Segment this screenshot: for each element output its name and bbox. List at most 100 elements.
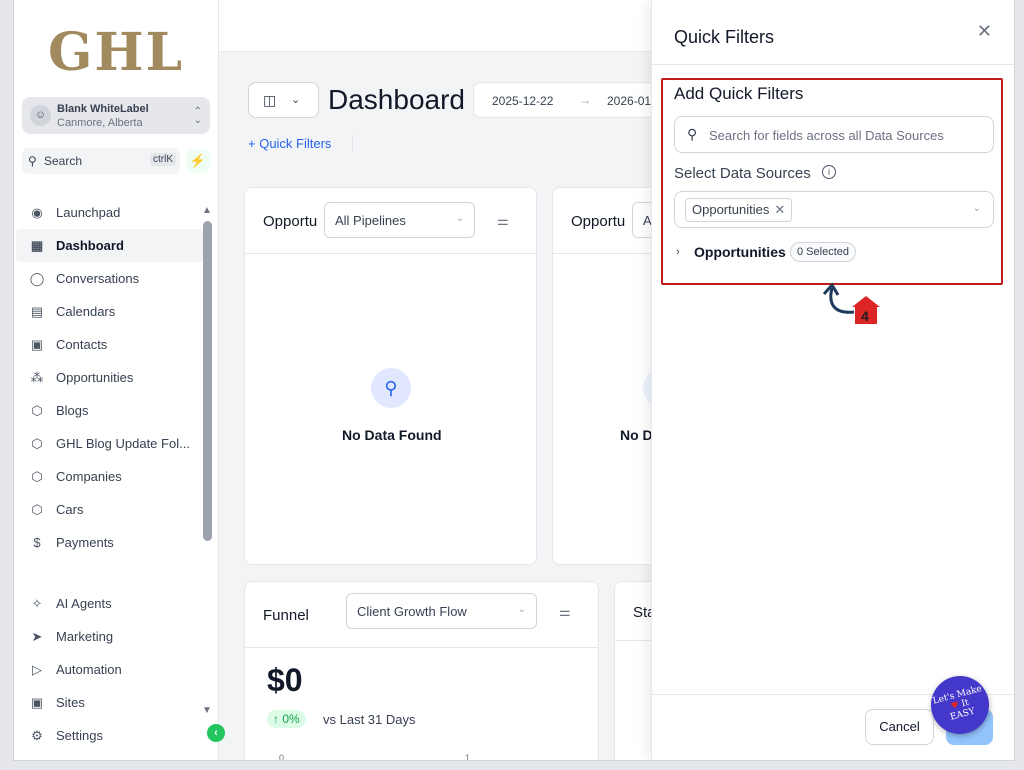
selected-source-chip: Opportunities ✕: [685, 198, 793, 222]
chevron-down-icon: ⌄: [455, 213, 464, 224]
sidebar-item-launchpad[interactable]: ◉ Launchpad: [16, 196, 204, 229]
logo: GHL: [48, 22, 185, 83]
scroll-up-icon[interactable]: ▲: [202, 205, 212, 216]
annotation-arrow-icon: 4: [822, 282, 880, 324]
opportunities-icon: ⁂: [30, 369, 44, 385]
collapse-sidebar-icon[interactable]: ‹: [207, 724, 225, 742]
sidebar-item-marketing[interactable]: ➤ Marketing: [16, 620, 204, 653]
chat-icon: ◯: [29, 270, 45, 286]
chevron-down-icon: ⌄: [291, 94, 301, 106]
data-sources-select[interactable]: Opportunities ✕ ⌄: [674, 191, 994, 228]
sidebar-search[interactable]: ⚲ Search ctrlK: [22, 148, 180, 174]
field-search-placeholder: Search for fields across all Data Source…: [709, 128, 944, 143]
divider: [352, 134, 353, 152]
sidebar-item-label: Cars: [56, 502, 84, 517]
sidebar-item-label: AI Agents: [56, 596, 112, 611]
search-icon: ⚲: [28, 154, 37, 168]
quick-filters-link[interactable]: + Quick Filters: [248, 136, 331, 151]
automation-icon: ▷: [32, 661, 42, 677]
date-range-picker[interactable]: 2025-12-22 → 2026-01: [473, 82, 673, 118]
sidebar-scrollbar[interactable]: ▲ ▼: [202, 205, 212, 720]
contacts-icon: ▣: [30, 336, 44, 352]
funnel-widget: Funnel Client Growth Flow ⌄ ⚌ $0 ↑ 0% vs…: [244, 581, 599, 760]
sidebar-item-label: Calendars: [56, 304, 116, 319]
sidebar: GHL ☺ Blank WhiteLabel Canmore, Alberta …: [14, 0, 219, 760]
sites-icon: ▣: [30, 694, 44, 710]
scroll-thumb[interactable]: [203, 221, 212, 541]
chevron-updown-icon: ⌃ ⌄: [193, 106, 202, 126]
account-location: Canmore, Alberta: [57, 117, 143, 129]
sidebar-item-label: Automation: [56, 662, 122, 677]
sidebar-item-conversations[interactable]: ◯ Conversations: [16, 262, 204, 295]
sidebar-item-label: Sites: [56, 695, 85, 710]
app-window: GHL ☺ Blank WhiteLabel Canmore, Alberta …: [14, 0, 1014, 760]
sidebar-item-label: Payments: [56, 535, 114, 550]
cube-icon: ⬡: [31, 501, 43, 517]
date-end: 2026-01: [607, 94, 652, 108]
sidebar-item-opportunities[interactable]: ⁂ Opportunities: [16, 361, 204, 394]
cube-icon: ⬡: [31, 402, 43, 418]
sidebar-item-cars[interactable]: ⬡ Cars: [16, 493, 204, 526]
widget-title: Opportu: [571, 213, 626, 230]
annotation-step-number: 4: [861, 308, 869, 324]
search-shortcut: ctrlK: [150, 153, 176, 166]
sidebar-item-ai-agents[interactable]: ✧ AI Agents: [16, 587, 204, 620]
cube-icon: ⬡: [31, 435, 43, 451]
remove-chip-icon[interactable]: ✕: [774, 202, 785, 217]
sidebar-item-contacts[interactable]: ▣ Contacts: [16, 328, 204, 361]
sidebar-item-blogs[interactable]: ⬡ Blogs: [16, 394, 204, 427]
sidebar-item-label: Dashboard: [56, 238, 124, 253]
axis-label: 1: [465, 753, 471, 760]
sidebar-item-label: Marketing: [56, 629, 114, 644]
opportunities-widget: Opportu All Pipelines ⌄ ⚌ ⚲ No Data Foun…: [244, 187, 537, 565]
divider: [652, 64, 1014, 65]
funnel-select[interactable]: Client Growth Flow ⌄: [346, 593, 537, 629]
dashboard-icon: ▦: [30, 237, 44, 253]
sidebar-item-payments[interactable]: $ Payments: [16, 526, 204, 559]
data-sources-label: Select Data Sources: [674, 165, 811, 182]
sidebar-item-settings[interactable]: ⚙ Settings: [16, 719, 204, 752]
filter-settings-icon[interactable]: ⚌: [497, 213, 509, 229]
sidebar-item-calendars[interactable]: ▤ Calendars: [16, 295, 204, 328]
dashboard-view-switcher[interactable]: ◫ ⌄: [248, 82, 319, 118]
sidebar-item-label: Conversations: [56, 271, 140, 286]
source-group-label: Opportunities: [694, 244, 786, 260]
sidebar-item-label: Opportunities: [56, 370, 134, 385]
launchpad-icon: ◉: [31, 204, 43, 220]
sidebar-item-automation[interactable]: ▷ Automation: [16, 653, 204, 686]
cancel-button[interactable]: Cancel: [865, 709, 934, 745]
chevron-down-icon: ⌄: [517, 604, 526, 615]
pipeline-select[interactable]: All Pipelines ⌄: [324, 202, 475, 238]
compare-text: vs Last 31 Days: [323, 712, 416, 727]
account-switcher[interactable]: ☺ Blank WhiteLabel Canmore, Alberta ⌃ ⌄: [22, 97, 210, 134]
info-icon[interactable]: i: [822, 165, 836, 179]
sidebar-nav: ◉ Launchpad ▦ Dashboard ◯ Conversations ▤ Calen…: [14, 196, 204, 559]
scroll-down-icon[interactable]: ▼: [202, 705, 212, 716]
field-search-input[interactable]: ⚲ Search for fields across all Data Sour…: [674, 116, 994, 153]
change-badge: ↑ 0%: [267, 710, 306, 728]
filter-settings-icon[interactable]: ⚌: [559, 604, 571, 620]
sidebar-item-label: GHL Blog Update Fol...: [56, 436, 190, 451]
sidebar-item-sites[interactable]: ▣ Sites: [16, 686, 204, 719]
close-icon[interactable]: ✕: [977, 21, 992, 42]
sidebar-item-ghl-blog-update-fol[interactable]: ⬡ GHL Blog Update Fol...: [16, 427, 204, 460]
sidebar-item-dashboard[interactable]: ▦ Dashboard: [16, 229, 204, 262]
sidebar-item-label: Launchpad: [56, 205, 121, 220]
widget-title: Opportu: [263, 213, 318, 230]
funnel-select-value: Client Growth Flow: [357, 604, 467, 619]
axis-label: 0: [279, 753, 285, 760]
date-start: 2025-12-22: [492, 94, 554, 108]
section-title: Add Quick Filters: [674, 84, 804, 103]
send-icon: ➤: [31, 628, 43, 644]
widget-title: Funnel: [263, 607, 309, 624]
funnel-value: $0: [267, 662, 303, 698]
gear-icon: ⚙: [31, 727, 43, 743]
quick-action-bolt-icon[interactable]: ⚡: [186, 149, 210, 173]
calendar-icon: ▤: [30, 303, 44, 319]
arrow-right-icon: →: [579, 93, 591, 107]
chevron-right-icon: ›: [676, 246, 680, 258]
drawer-title: Quick Filters: [674, 27, 775, 47]
sidebar-item-companies[interactable]: ⬡ Companies: [16, 460, 204, 493]
sidebar-item-label: Settings: [56, 728, 103, 743]
no-data-text: No Data Found: [342, 427, 442, 443]
